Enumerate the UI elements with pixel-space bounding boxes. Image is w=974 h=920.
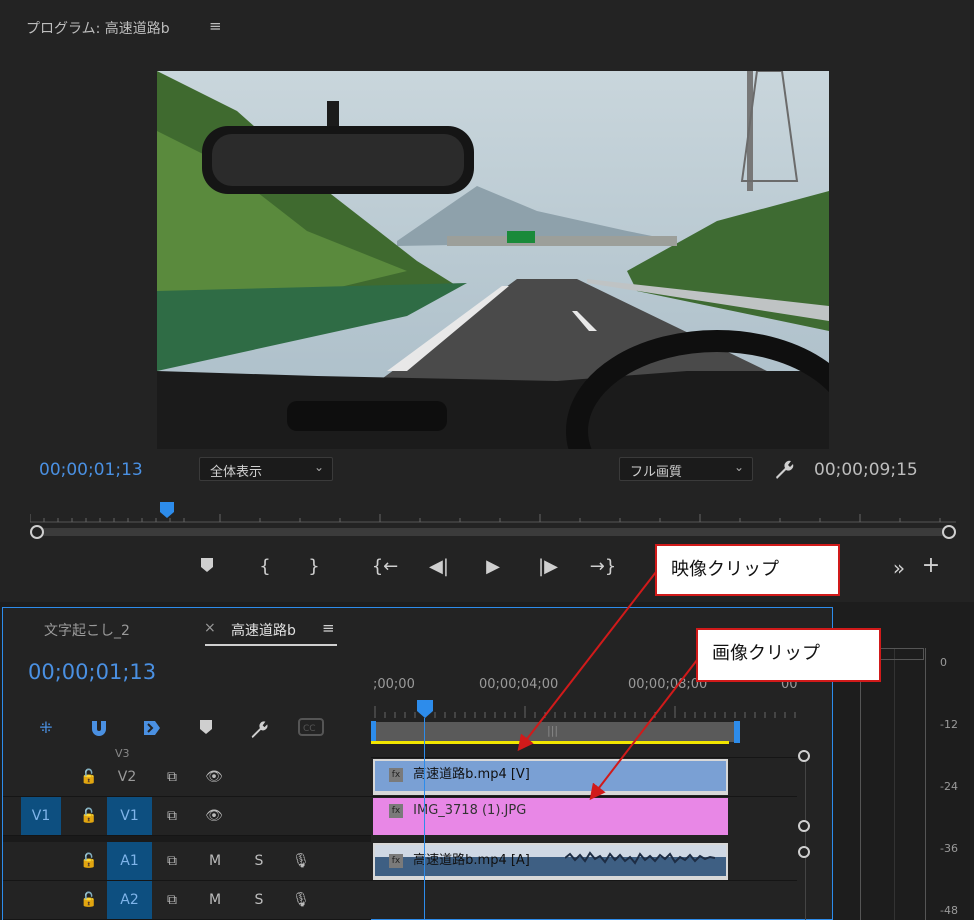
- video-clip-callout: 映像クリップ: [655, 544, 840, 596]
- callout-arrows: [517, 571, 698, 801]
- image-clip-callout: 画像クリップ: [696, 628, 881, 682]
